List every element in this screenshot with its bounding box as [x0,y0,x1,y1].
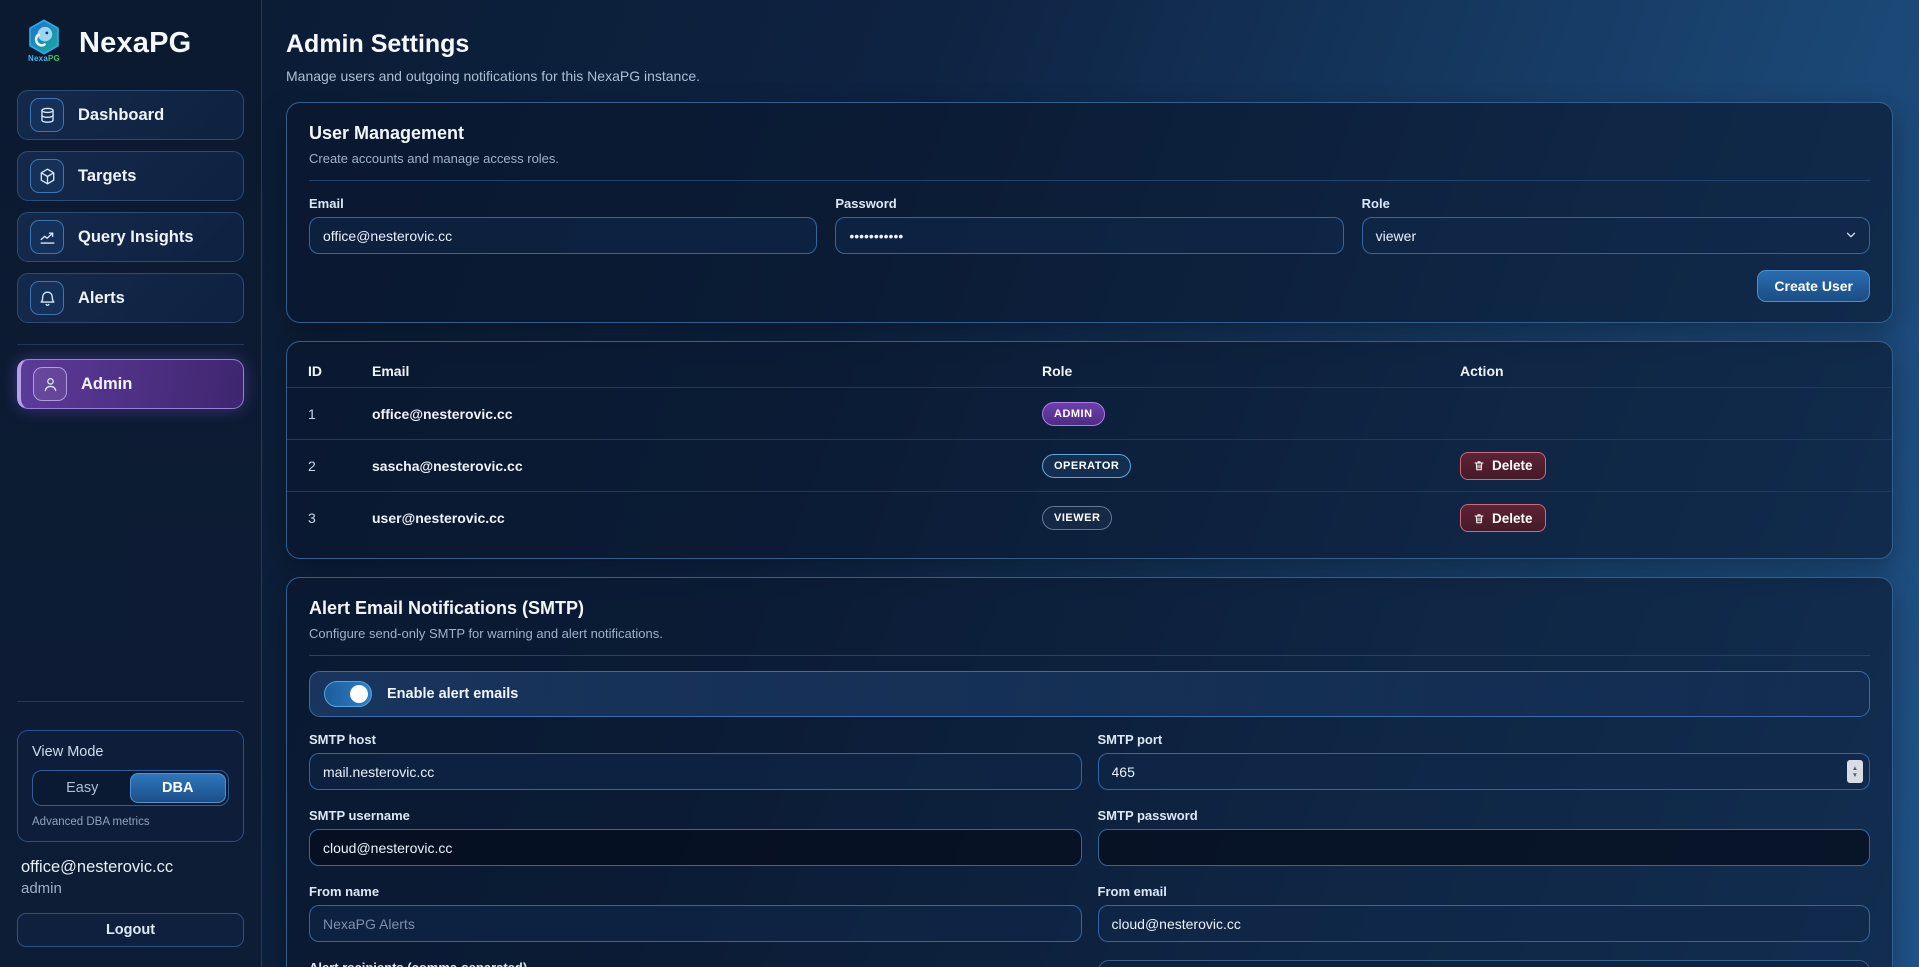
sidebar-footer-divider [17,701,244,702]
chart-icon [30,220,64,254]
trash-icon [1473,459,1485,472]
email-field[interactable] [309,217,817,254]
smtp-host-field[interactable] [309,753,1082,790]
brand-name: NexaPG [79,27,191,60]
enable-alerts-label: Enable alert emails [387,686,518,702]
user-email: user@nesterovic.cc [372,510,1042,526]
user-id: 2 [308,458,372,474]
view-mode-hint: Advanced DBA metrics [32,816,229,828]
trash-icon [1473,512,1485,525]
smtp-password-field[interactable] [1098,829,1871,866]
sidebar-item-label: Targets [78,167,136,186]
sidebar-item-label: Alerts [78,289,125,308]
sidebar-item-dashboard[interactable]: Dashboard [17,90,244,140]
page-subtitle: Manage users and outgoing notifications … [286,68,1893,84]
smtp-username-label: SMTP username [309,808,1082,823]
password-label: Password [835,196,1343,211]
user-email: sascha@nesterovic.cc [372,458,1042,474]
from-email-label: From email [1098,884,1871,899]
smtp-title: Alert Email Notifications (SMTP) [309,598,1870,619]
sidebar-item-alerts[interactable]: Alerts [17,273,244,323]
chevron-down-icon [1844,228,1858,242]
users-table-card: ID Email Role Action 1 office@nesterovic… [286,341,1893,559]
smtp-port-field[interactable] [1098,753,1871,790]
user-icon [33,367,67,401]
sidebar-item-admin[interactable]: Admin [17,359,244,409]
sidebar-item-label: Admin [81,375,132,394]
from-name-field[interactable] [309,905,1082,942]
user-id: 1 [308,406,372,422]
logo-caption: NexaPG [28,54,60,63]
col-id: ID [308,363,372,379]
logout-button[interactable]: Logout [17,913,244,947]
role-badge: VIEWER [1042,506,1112,530]
view-mode-easy-button[interactable]: Easy [35,773,130,803]
user-id: 3 [308,510,372,526]
sidebar-item-label: Query Insights [78,228,194,247]
view-mode-panel: View Mode Easy DBA Advanced DBA metrics [17,730,244,842]
bell-icon [30,281,64,315]
password-field[interactable] [835,217,1343,254]
table-header-row: ID Email Role Action [287,354,1892,388]
role-label: Role [1362,196,1870,211]
role-badge: OPERATOR [1042,454,1131,478]
starttls-row: Use STARTTLS [1098,960,1871,967]
sidebar-item-query-insights[interactable]: Query Insights [17,212,244,262]
smtp-host-label: SMTP host [309,732,1082,747]
user-management-card: User Management Create accounts and mana… [286,102,1893,323]
col-role: Role [1042,363,1460,379]
smtp-subtitle: Configure send-only SMTP for warning and… [309,626,1870,641]
enable-alerts-toggle[interactable] [324,681,372,707]
col-email: Email [372,363,1042,379]
card-divider [309,655,1870,656]
number-stepper[interactable]: ▲▼ [1847,760,1863,783]
sidebar: NexaPG NexaPG Dashboard Targets [0,0,262,967]
from-email-field[interactable] [1098,905,1871,942]
user-management-subtitle: Create accounts and manage access roles. [309,151,1870,166]
role-select[interactable]: viewer [1362,217,1870,254]
page-title: Admin Settings [286,30,1893,59]
alert-recipients-label: Alert recipients (comma-separated) [309,960,1082,967]
table-row: 2 sascha@nesterovic.cc OPERATOR Delete [287,440,1892,492]
view-mode-toggle: Easy DBA [32,770,229,806]
database-icon [30,98,64,132]
smtp-username-field[interactable] [309,829,1082,866]
cube-icon [30,159,64,193]
delete-user-button[interactable]: Delete [1460,452,1546,480]
card-divider [309,180,1870,181]
create-user-button[interactable]: Create User [1757,270,1870,302]
sidebar-item-label: Dashboard [78,106,164,125]
current-user-role: admin [17,880,244,897]
table-row: 1 office@nesterovic.cc ADMIN [287,388,1892,440]
nexapg-logo-icon: NexaPG [21,18,67,68]
smtp-card: Alert Email Notifications (SMTP) Configu… [286,577,1893,967]
user-email: office@nesterovic.cc [372,406,1042,422]
role-badge: ADMIN [1042,402,1105,426]
email-label: Email [309,196,817,211]
col-action: Action [1460,363,1892,379]
current-user-email: office@nesterovic.cc [17,858,244,877]
delete-user-button[interactable]: Delete [1460,504,1546,532]
sidebar-divider [17,344,244,345]
sidebar-item-targets[interactable]: Targets [17,151,244,201]
main-content: Admin Settings Manage users and outgoing… [262,0,1919,967]
view-mode-dba-button[interactable]: DBA [130,773,227,803]
from-name-label: From name [309,884,1082,899]
smtp-password-label: SMTP password [1098,808,1871,823]
brand: NexaPG NexaPG [17,18,244,68]
table-row: 3 user@nesterovic.cc VIEWER Delete [287,492,1892,544]
smtp-port-label: SMTP port [1098,732,1871,747]
user-management-title: User Management [309,123,1870,144]
view-mode-label: View Mode [32,744,229,760]
enable-alerts-row: Enable alert emails [309,671,1870,717]
